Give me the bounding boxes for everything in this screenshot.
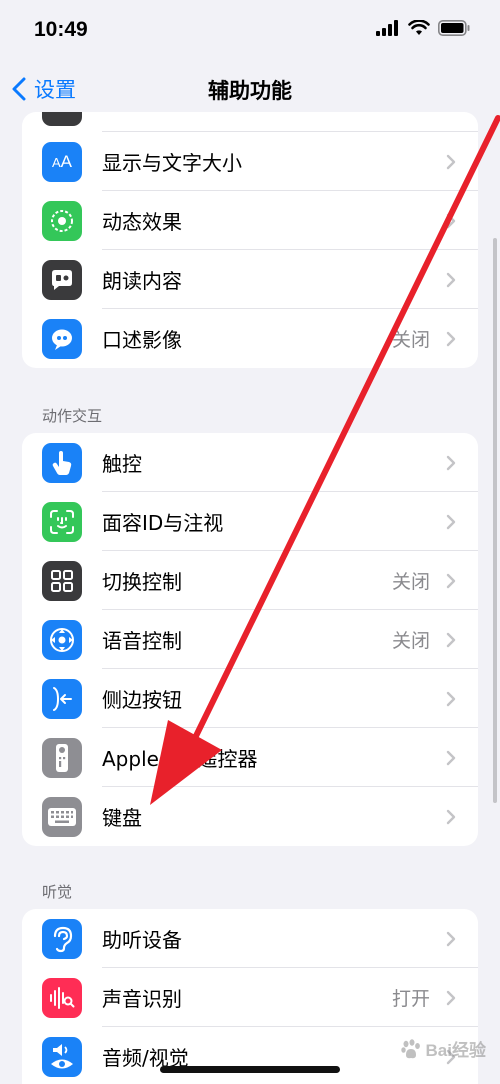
audio-description-icon	[42, 318, 82, 359]
row-label: 键盘	[102, 806, 142, 830]
navigation-bar: 设置 辅助功能	[0, 60, 500, 118]
settings-row-keyboards[interactable]: 键盘	[22, 787, 478, 846]
side-button-icon	[42, 678, 82, 719]
chevron-right-icon	[446, 691, 456, 707]
motion-icon	[42, 200, 82, 241]
row-label: 切换控制	[102, 570, 182, 594]
watermark-text: Bai经验	[425, 1041, 486, 1060]
status-bar: 10:49	[0, 0, 500, 60]
row-label: Apple TV 遥控器	[102, 747, 258, 771]
settings-row-voice-control[interactable]: 语音控制 关闭	[22, 610, 478, 669]
section-header-hearing: 听觉	[42, 883, 73, 901]
watermark: Bai经验	[400, 1036, 486, 1061]
row-label: 侧边按钮	[102, 688, 182, 712]
voice-control-icon	[42, 619, 82, 660]
paw-logo-icon	[400, 1038, 420, 1058]
settings-group-physical-motor: 触控 面容ID与注视 切换控制 关闭 语音控制 关闭 侧边按钮 Apple TV…	[22, 433, 478, 846]
audio-visual-icon	[42, 1036, 82, 1077]
row-label: 语音控制	[102, 629, 182, 653]
chevron-right-icon	[446, 632, 456, 648]
row-label: 声音识别	[102, 987, 182, 1011]
settings-row-sound-recognition[interactable]: 声音识别 打开	[22, 968, 478, 1027]
section-header-physical-motor: 动作交互	[42, 407, 103, 425]
chevron-right-icon	[446, 331, 456, 347]
apple-tv-remote-icon	[42, 737, 82, 778]
chevron-right-icon	[446, 154, 456, 170]
settings-row-display-text-size[interactable]: AA 显示与文字大小	[22, 132, 478, 191]
scroll-indicator[interactable]	[493, 238, 497, 803]
chevron-right-icon	[446, 455, 456, 471]
row-label: 朗读内容	[102, 269, 182, 293]
settings-row-side-button[interactable]: 侧边按钮	[22, 669, 478, 728]
row-label: 触控	[102, 452, 142, 476]
chevron-right-icon	[446, 573, 456, 589]
chevron-right-icon	[446, 990, 456, 1006]
settings-row-motion[interactable]: 动态效果	[22, 191, 478, 250]
home-indicator[interactable]	[160, 1066, 340, 1073]
wifi-icon	[408, 20, 430, 35]
row-value: 关闭	[391, 571, 430, 593]
status-time: 10:49	[34, 18, 88, 41]
chevron-right-icon	[446, 750, 456, 766]
chevron-right-icon	[446, 931, 456, 947]
settings-row-audio-descriptions[interactable]: 口述影像 关闭	[22, 309, 478, 368]
switch-control-icon	[42, 560, 82, 601]
row-value: 关闭	[391, 630, 430, 652]
text-size-icon: AA	[42, 141, 82, 182]
row-label: 面容ID与注视	[102, 511, 224, 535]
settings-group-vision: AA 显示与文字大小 动态效果 朗读内容 口述影像 关闭	[22, 112, 478, 368]
chevron-right-icon	[446, 272, 456, 288]
keyboard-icon	[42, 796, 82, 837]
battery-icon	[438, 20, 470, 36]
chevron-right-icon	[446, 514, 456, 530]
page-title: 辅助功能	[208, 79, 292, 103]
row-value: 打开	[391, 988, 430, 1010]
settings-row-switch-control[interactable]: 切换控制 关闭	[22, 551, 478, 610]
chevron-right-icon	[446, 809, 456, 825]
settings-row-apple-tv-remote[interactable]: Apple TV 遥控器	[22, 728, 478, 787]
spoken-content-icon	[42, 259, 82, 300]
touch-icon	[42, 442, 82, 483]
sound-recognition-icon	[42, 977, 82, 1018]
hearing-device-icon	[42, 918, 82, 959]
row-label: 助听设备	[102, 928, 182, 952]
row-label: 动态效果	[102, 210, 182, 234]
partial-icon	[42, 112, 82, 126]
face-id-icon	[42, 501, 82, 542]
settings-row-previous[interactable]	[22, 112, 478, 132]
cellular-signal-icon	[376, 20, 398, 36]
row-value: 关闭	[391, 329, 430, 351]
settings-row-hearing-devices[interactable]: 助听设备	[22, 909, 478, 968]
row-label: 显示与文字大小	[102, 151, 242, 175]
settings-row-face-id-attention[interactable]: 面容ID与注视	[22, 492, 478, 551]
status-icons	[376, 20, 470, 36]
settings-row-touch[interactable]: 触控	[22, 433, 478, 492]
row-label: 口述影像	[102, 328, 182, 352]
settings-row-spoken-content[interactable]: 朗读内容	[22, 250, 478, 309]
chevron-right-icon	[446, 213, 456, 229]
